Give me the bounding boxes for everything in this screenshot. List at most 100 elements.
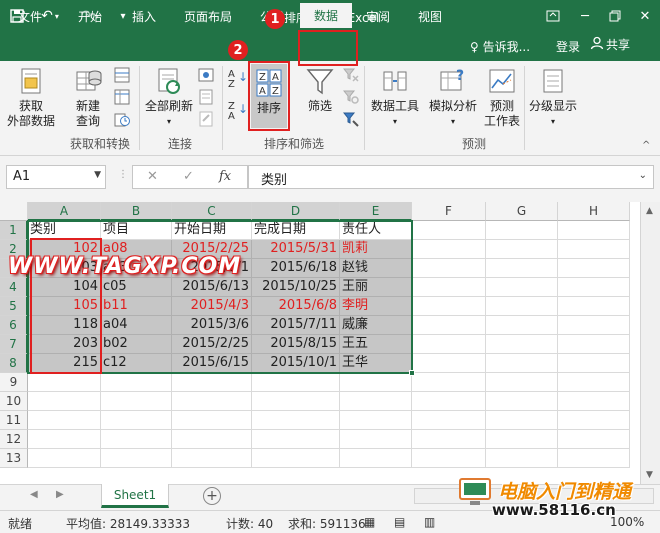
recent-sources-icon[interactable]: [114, 111, 130, 127]
cell-g2[interactable]: [486, 240, 558, 259]
login-link[interactable]: 登录: [556, 38, 580, 55]
connections-icon[interactable]: [198, 67, 214, 83]
cell-b10[interactable]: [101, 392, 172, 411]
cell-c13[interactable]: [172, 449, 252, 468]
cell-f10[interactable]: [412, 392, 486, 411]
cell-a9[interactable]: [28, 373, 101, 392]
cell-h1[interactable]: [558, 221, 630, 240]
get-external-data-button[interactable]: 获取 外部数据: [6, 66, 56, 129]
from-table-icon[interactable]: [114, 89, 130, 105]
cell-a12[interactable]: [28, 430, 101, 449]
cell-g8[interactable]: [486, 354, 558, 373]
prev-sheet-icon[interactable]: ◀: [30, 489, 38, 500]
cell-d13[interactable]: [252, 449, 340, 468]
cell-e12[interactable]: [340, 430, 412, 449]
cell-h5[interactable]: [558, 297, 630, 316]
cell-f4[interactable]: [412, 278, 486, 297]
cell-h6[interactable]: [558, 316, 630, 335]
row-header-10[interactable]: 10: [0, 392, 28, 411]
cell-g13[interactable]: [486, 449, 558, 468]
cell-d12[interactable]: [252, 430, 340, 449]
cell-h3[interactable]: [558, 259, 630, 278]
cell-f2[interactable]: [412, 240, 486, 259]
tell-me-search[interactable]: ♀ 告诉我...: [470, 38, 530, 55]
cell-f3[interactable]: [412, 259, 486, 278]
cell-d11[interactable]: [252, 411, 340, 430]
edit-links-icon[interactable]: [198, 111, 214, 127]
cancel-icon[interactable]: ✕: [147, 169, 158, 184]
new-query-button[interactable]: 新建 查询: [66, 66, 110, 129]
column-header-d[interactable]: D: [252, 202, 340, 221]
page-break-view-icon[interactable]: ▥: [424, 515, 435, 529]
insert-function-icon[interactable]: fx: [219, 169, 231, 184]
cell-g7[interactable]: [486, 335, 558, 354]
column-header-e[interactable]: E: [340, 202, 412, 221]
row-header-4[interactable]: 4: [0, 278, 28, 297]
cell-f12[interactable]: [412, 430, 486, 449]
cell-e10[interactable]: [340, 392, 412, 411]
cell-h12[interactable]: [558, 430, 630, 449]
cell-c11[interactable]: [172, 411, 252, 430]
name-box[interactable]: A1 ▼: [6, 165, 106, 189]
column-header-f[interactable]: F: [412, 202, 486, 221]
cell-f8[interactable]: [412, 354, 486, 373]
cell-h9[interactable]: [558, 373, 630, 392]
cell-f6[interactable]: [412, 316, 486, 335]
select-all-corner[interactable]: [0, 202, 28, 221]
cell-g1[interactable]: [486, 221, 558, 240]
cell-c12[interactable]: [172, 430, 252, 449]
cell-f9[interactable]: [412, 373, 486, 392]
cell-d9[interactable]: [252, 373, 340, 392]
cell-b11[interactable]: [101, 411, 172, 430]
forecast-sheet-button[interactable]: 预测 工作表: [482, 66, 522, 129]
tab-home[interactable]: 开始: [68, 5, 112, 28]
cell-h11[interactable]: [558, 411, 630, 430]
cell-h7[interactable]: [558, 335, 630, 354]
sort-descending-icon[interactable]: Z A ↓: [228, 102, 248, 122]
tab-page-layout[interactable]: 页面布局: [178, 5, 238, 28]
tab-insert[interactable]: 插入: [122, 5, 166, 28]
column-header-c[interactable]: C: [172, 202, 252, 221]
vertical-scrollbar[interactable]: ▲ ▼: [640, 202, 660, 484]
page-layout-view-icon[interactable]: ▤: [394, 515, 405, 529]
cell-b13[interactable]: [101, 449, 172, 468]
cell-e11[interactable]: [340, 411, 412, 430]
refresh-all-button[interactable]: 全部刷新 ▾: [144, 66, 194, 129]
minimize-icon[interactable]: ─: [570, 4, 600, 28]
cell-g11[interactable]: [486, 411, 558, 430]
cell-c10[interactable]: [172, 392, 252, 411]
row-header-9[interactable]: 9: [0, 373, 28, 392]
cell-a11[interactable]: [28, 411, 101, 430]
show-queries-icon[interactable]: [114, 67, 130, 83]
collapse-ribbon-icon[interactable]: ^: [642, 140, 650, 151]
add-sheet-icon[interactable]: +: [203, 487, 221, 505]
scroll-up-icon[interactable]: ▲: [646, 206, 653, 216]
enter-icon[interactable]: ✓: [183, 169, 194, 184]
tab-data[interactable]: 数据: [300, 3, 352, 28]
fill-handle[interactable]: [409, 370, 415, 376]
sheet-tab[interactable]: Sheet1: [101, 484, 169, 508]
row-header-7[interactable]: 7: [0, 335, 28, 354]
cell-d10[interactable]: [252, 392, 340, 411]
column-header-g[interactable]: G: [486, 202, 558, 221]
clear-filter-icon[interactable]: [343, 67, 359, 83]
sort-ascending-icon[interactable]: A Z ↓: [228, 70, 248, 90]
cell-a10[interactable]: [28, 392, 101, 411]
tab-review[interactable]: 审阅: [358, 5, 398, 28]
cell-e9[interactable]: [340, 373, 412, 392]
row-header-1[interactable]: 1: [0, 221, 28, 240]
cell-g10[interactable]: [486, 392, 558, 411]
row-header-5[interactable]: 5: [0, 297, 28, 316]
row-header-11[interactable]: 11: [0, 411, 28, 430]
row-header-8[interactable]: 8: [0, 354, 28, 373]
data-tools-button[interactable]: 数据工具 ▾: [368, 66, 422, 129]
row-header-13[interactable]: 13: [0, 449, 28, 468]
expand-formula-icon[interactable]: ⌄: [639, 170, 647, 181]
cell-h4[interactable]: [558, 278, 630, 297]
cell-a13[interactable]: [28, 449, 101, 468]
advanced-filter-icon[interactable]: [343, 111, 359, 127]
cell-e13[interactable]: [340, 449, 412, 468]
restore-icon[interactable]: [600, 4, 630, 28]
cell-g5[interactable]: [486, 297, 558, 316]
column-header-a[interactable]: A: [28, 202, 101, 221]
